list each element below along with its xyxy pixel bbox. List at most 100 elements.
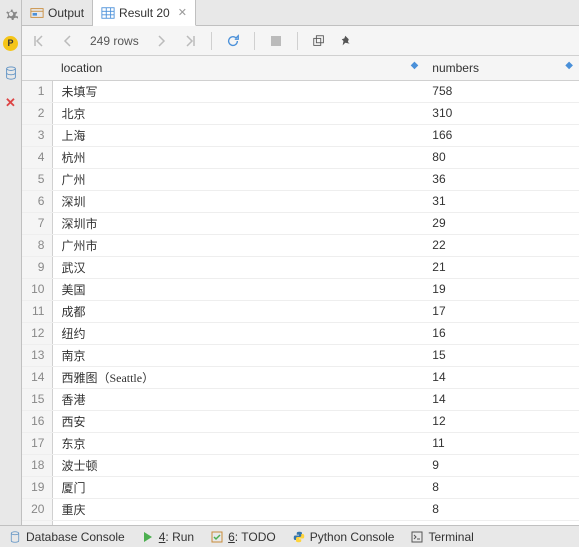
- last-page-button[interactable]: [181, 32, 199, 50]
- table-row[interactable]: 5广州36: [22, 168, 579, 190]
- bottom-label: Python Console: [310, 530, 395, 544]
- table-row[interactable]: 9武汉21: [22, 256, 579, 278]
- cell-numbers[interactable]: 14: [424, 366, 579, 388]
- cell-location[interactable]: 美国: [53, 278, 424, 300]
- row-number: 20: [22, 498, 53, 520]
- table-row[interactable]: 10美国19: [22, 278, 579, 300]
- table-row[interactable]: 17东京11: [22, 432, 579, 454]
- table-row[interactable]: 19厦门8: [22, 476, 579, 498]
- table-row[interactable]: 16西安12: [22, 410, 579, 432]
- table-row[interactable]: 1未填写758: [22, 80, 579, 102]
- tool-gutter: P ✕: [0, 0, 22, 525]
- cell-location[interactable]: 南京: [53, 344, 424, 366]
- cell-numbers[interactable]: 14: [424, 388, 579, 410]
- column-header-numbers[interactable]: numbers◆: [424, 56, 579, 80]
- cell-numbers[interactable]: 166: [424, 124, 579, 146]
- first-page-button[interactable]: [30, 32, 48, 50]
- pin-button[interactable]: [338, 32, 356, 50]
- refresh-button[interactable]: [224, 32, 242, 50]
- output-icon: [30, 6, 44, 20]
- cell-location[interactable]: 西安: [53, 410, 424, 432]
- cell-numbers[interactable]: 9: [424, 454, 579, 476]
- cell-location[interactable]: 波士顿: [53, 454, 424, 476]
- result-grid[interactable]: location◆ numbers◆ 1未填写7582北京3103上海1664杭…: [22, 56, 579, 525]
- next-page-button[interactable]: [153, 32, 171, 50]
- cell-numbers[interactable]: 31: [424, 190, 579, 212]
- cell-numbers[interactable]: 29: [424, 212, 579, 234]
- table-row[interactable]: 14西雅图（Seattle）14: [22, 366, 579, 388]
- table-row[interactable]: 12纽约16: [22, 322, 579, 344]
- stop-button[interactable]: [267, 32, 285, 50]
- bottom-tab-run[interactable]: 4: Run: [133, 526, 202, 547]
- row-number: 19: [22, 476, 53, 498]
- table-row[interactable]: 15香港14: [22, 388, 579, 410]
- sort-icon[interactable]: ◆: [565, 60, 573, 71]
- tab-label: Result 20: [119, 6, 170, 20]
- cell-location[interactable]: 厦门: [53, 476, 424, 498]
- row-number-header: [22, 56, 53, 80]
- cell-location[interactable]: 杭州: [53, 146, 424, 168]
- table-row[interactable]: 2北京310: [22, 102, 579, 124]
- cell-numbers[interactable]: 19: [424, 278, 579, 300]
- cell-location[interactable]: 上海: [53, 124, 424, 146]
- table-row[interactable]: 20重庆8: [22, 498, 579, 520]
- row-number: 9: [22, 256, 53, 278]
- close-icon[interactable]: ✕: [178, 6, 187, 19]
- table-row[interactable]: 3上海166: [22, 124, 579, 146]
- cell-numbers[interactable]: 21: [424, 256, 579, 278]
- tab-result[interactable]: Result 20 ✕: [93, 0, 196, 26]
- table-row[interactable]: 4杭州80: [22, 146, 579, 168]
- bottom-label: Terminal: [428, 530, 473, 544]
- column-header-location[interactable]: location◆: [53, 56, 424, 80]
- cell-location[interactable]: 成都: [53, 300, 424, 322]
- python-badge-icon[interactable]: P: [3, 36, 18, 51]
- settings-icon[interactable]: [3, 6, 19, 22]
- bottom-tab-terminal[interactable]: Terminal: [402, 526, 481, 547]
- bottom-tab-python-console[interactable]: Python Console: [284, 526, 403, 547]
- table-row[interactable]: 8广州市22: [22, 234, 579, 256]
- sort-icon[interactable]: ◆: [411, 60, 419, 71]
- cell-numbers[interactable]: 80: [424, 146, 579, 168]
- cell-numbers[interactable]: 36: [424, 168, 579, 190]
- database-icon[interactable]: [3, 65, 19, 81]
- cell-numbers[interactable]: 12: [424, 410, 579, 432]
- tab-output[interactable]: Output: [22, 0, 93, 25]
- cell-location[interactable]: 深圳市: [53, 212, 424, 234]
- cell-numbers[interactable]: 8: [424, 498, 579, 520]
- cell-location[interactable]: 深圳: [53, 190, 424, 212]
- cell-numbers[interactable]: 22: [424, 234, 579, 256]
- bottom-label: Database Console: [26, 530, 125, 544]
- cell-location[interactable]: 重庆: [53, 498, 424, 520]
- cell-numbers[interactable]: 16: [424, 322, 579, 344]
- cell-numbers[interactable]: 310: [424, 102, 579, 124]
- table-row[interactable]: 18波士顿9: [22, 454, 579, 476]
- cell-location[interactable]: 北京: [53, 102, 424, 124]
- table-row[interactable]: 6深圳31: [22, 190, 579, 212]
- cell-location[interactable]: 未填写: [53, 80, 424, 102]
- row-number: 14: [22, 366, 53, 388]
- cell-location[interactable]: 东京: [53, 432, 424, 454]
- bottom-tab-todo[interactable]: 6: TODO: [202, 526, 284, 547]
- cell-location[interactable]: 香港: [53, 388, 424, 410]
- table-row[interactable]: 13南京15: [22, 344, 579, 366]
- cell-numbers[interactable]: 8: [424, 476, 579, 498]
- table-row[interactable]: 7深圳市29: [22, 212, 579, 234]
- cell-numbers[interactable]: 17: [424, 300, 579, 322]
- cell-location[interactable]: 武汉: [53, 256, 424, 278]
- bottom-tab-db-console[interactable]: Database Console: [0, 526, 133, 547]
- cell-location[interactable]: 西雅图（Seattle）: [53, 366, 424, 388]
- prev-page-button[interactable]: [58, 32, 76, 50]
- cell-location[interactable]: 广州市: [53, 234, 424, 256]
- result-table: location◆ numbers◆ 1未填写7582北京3103上海1664杭…: [22, 56, 579, 525]
- row-number: 8: [22, 234, 53, 256]
- cell-location[interactable]: 纽约: [53, 322, 424, 344]
- table-row[interactable]: 11成都17: [22, 300, 579, 322]
- row-number: 13: [22, 344, 53, 366]
- close-tool-icon[interactable]: ✕: [3, 95, 19, 111]
- grid-toolbar: 249 rows: [22, 26, 579, 56]
- cell-numbers[interactable]: 11: [424, 432, 579, 454]
- cell-numbers[interactable]: 758: [424, 80, 579, 102]
- cell-location[interactable]: 广州: [53, 168, 424, 190]
- cell-numbers[interactable]: 15: [424, 344, 579, 366]
- view-button[interactable]: [310, 32, 328, 50]
